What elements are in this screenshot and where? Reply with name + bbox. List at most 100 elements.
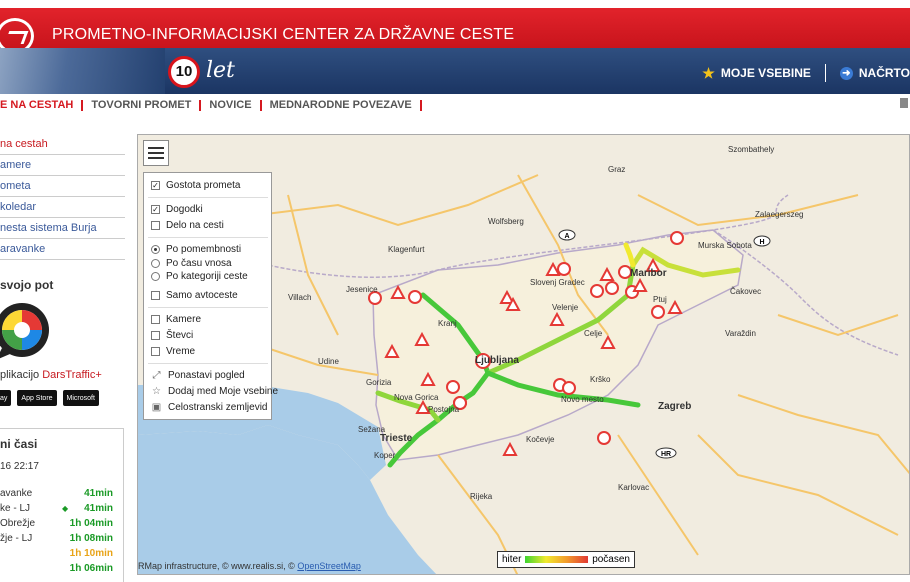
map-label: Kranj	[438, 319, 457, 328]
travel-route: ke - LJ	[0, 503, 31, 514]
map-label: Koper	[374, 451, 396, 460]
reset-view-action[interactable]: ⤢ Ponastavi pogled	[151, 370, 245, 381]
map-label: Udine	[318, 357, 339, 366]
traffic-speed-legend: hiter počasen	[497, 551, 635, 568]
divider	[148, 307, 268, 308]
map-label: Varaždin	[725, 329, 756, 338]
nav-divider	[824, 64, 826, 82]
app-store-badge[interactable]: App Store	[17, 390, 57, 406]
route-planner-link[interactable]: ➜ NAČRTO	[839, 66, 910, 80]
radio-icon[interactable]	[151, 272, 160, 281]
google-play-badge[interactable]: ay	[0, 390, 12, 406]
green-diamond-icon: ◆	[62, 504, 69, 513]
travel-time-row[interactable]: žje - LJ 1h 08min	[0, 533, 113, 544]
layer-roadworks[interactable]: Delo na cesti	[151, 220, 224, 231]
checkbox-icon[interactable]	[151, 291, 160, 300]
openstreetmap-link[interactable]: OpenStreetMap	[297, 561, 361, 571]
action-label: Celostranski zemljevid	[168, 402, 268, 413]
sort-label: Po času vnosa	[166, 258, 232, 269]
map-label: Zagreb	[658, 401, 692, 412]
nav-freight-traffic[interactable]: TOVORNI PROMET	[83, 99, 202, 111]
darstraffic-logo-icon[interactable]	[0, 300, 56, 364]
hamburger-icon	[148, 147, 164, 149]
fullscreen-icon: ▣	[151, 402, 162, 413]
map-label: Ljubljana	[475, 355, 519, 366]
map-label: Celje	[584, 329, 603, 338]
map-label: Sežana	[358, 425, 386, 434]
star-outline-icon: ☆	[152, 386, 161, 397]
travel-time-value: 41min	[84, 503, 113, 514]
layer-cameras[interactable]: Kamere	[151, 314, 201, 325]
checkbox-icon[interactable]	[151, 221, 160, 230]
legend-gradient	[525, 556, 589, 563]
fullscreen-map-action[interactable]: ▣ Celostranski zemljevid	[151, 402, 268, 413]
sidebar: na cestah amere ometa koledar nesta sist…	[0, 134, 125, 260]
travel-route: avanke	[0, 488, 33, 499]
darstraffic-link[interactable]: DarsTraffic+	[42, 369, 102, 381]
site-header-bar: PROMETNO-INFORMACIJSKI CENTER ZA DRŽAVNE…	[0, 8, 910, 54]
travel-times-title: ni časi	[0, 437, 38, 451]
map-label: Slovenj Gradec	[530, 278, 585, 287]
plan-route-title: svojo pot	[0, 278, 54, 292]
sidebar-item-traffic[interactable]: ometa	[0, 176, 125, 197]
map-label: Klagenfurt	[388, 245, 425, 254]
nav-road-conditions[interactable]: E NA CESTAH	[0, 99, 84, 111]
svg-text:A: A	[564, 233, 569, 240]
sort-by-time[interactable]: Po času vnosa	[151, 258, 232, 269]
top-strip	[0, 0, 910, 8]
map-label: Karlovac	[618, 483, 650, 492]
checkbox-icon[interactable]	[151, 331, 160, 340]
travel-time-row[interactable]: 1h 10min	[0, 548, 113, 559]
microsoft-badge[interactable]: Microsoft	[62, 390, 99, 406]
sidebar-item-road-conditions[interactable]: na cestah	[0, 134, 125, 155]
route-arrow-icon: ➜	[839, 66, 853, 80]
sort-by-importance[interactable]: Po pomembnosti	[151, 244, 241, 255]
add-to-my-content-action[interactable]: ☆ Dodaj med Moje vsebine	[151, 386, 278, 397]
site-title[interactable]: PROMETNO-INFORMACIJSKI CENTER ZA DRŽAVNE…	[52, 26, 514, 44]
checkbox-checked-icon[interactable]: ✓	[151, 205, 160, 214]
map-label: Trieste	[380, 433, 413, 444]
travel-time-row[interactable]: avanke 41min	[0, 488, 113, 499]
layer-traffic-density[interactable]: ✓ Gostota prometa	[151, 180, 240, 191]
nav-international-links[interactable]: MEDNARODNE POVEZAVE	[262, 99, 422, 111]
map-label: Maribor	[630, 268, 667, 279]
divider	[148, 363, 268, 364]
checkbox-icon[interactable]	[151, 347, 160, 356]
sidebar-item-burja[interactable]: nesta sistema Burja	[0, 218, 125, 239]
sidebar-item-cameras[interactable]: amere	[0, 155, 125, 176]
map-label: Nova Gorica	[394, 393, 439, 402]
sidebar-item-calendar[interactable]: koledar	[0, 197, 125, 218]
travel-time-row[interactable]: Obrežje 1h 04min	[0, 518, 113, 529]
map-label: Gorizia	[366, 378, 392, 387]
map-layers-panel: ✓ Gostota prometa ✓ Dogodki Delo na cesti …	[143, 172, 278, 420]
map-label: Krško	[590, 375, 611, 384]
layer-label: Dogodki	[166, 204, 203, 215]
map-label: Villach	[288, 293, 312, 302]
divider	[148, 197, 268, 198]
layer-label: Delo na cesti	[166, 220, 224, 231]
app-promo-prefix: plikacijo	[0, 369, 43, 381]
travel-time-row[interactable]: ke - LJ 41min	[0, 503, 113, 514]
layer-weather[interactable]: Vreme	[151, 346, 195, 357]
layer-events[interactable]: ✓ Dogodki	[151, 204, 203, 215]
map-label: Kočevje	[526, 435, 555, 444]
layers-menu-button[interactable]	[143, 140, 169, 166]
layer-counters[interactable]: Števci	[151, 330, 193, 341]
my-content-link[interactable]: ★ MOJE VSEBINE	[702, 65, 811, 82]
layer-motorways-only[interactable]: Samo avtoceste	[151, 290, 238, 301]
travel-time-row[interactable]: 1h 06min	[0, 563, 113, 574]
checkbox-icon[interactable]	[151, 315, 160, 324]
travel-times-date: 16 22:17	[0, 461, 39, 472]
travel-time-value: 1h 08min	[69, 533, 113, 544]
nav-news[interactable]: NOVICE	[201, 99, 262, 111]
sort-by-road-category[interactable]: Po kategoriji ceste	[151, 271, 248, 282]
radio-icon[interactable]	[151, 259, 160, 268]
reset-view-icon: ⤢	[152, 370, 161, 381]
sidebar-item-karavanke[interactable]: aravanke	[0, 239, 125, 260]
layer-label: Samo avtoceste	[166, 290, 238, 301]
checkbox-checked-icon[interactable]: ✓	[151, 181, 160, 190]
radio-selected-icon[interactable]	[151, 245, 160, 254]
anniversary-badge-icon: 10	[168, 56, 200, 88]
map-label: Zalaegerszeg	[755, 210, 804, 219]
truck-icon[interactable]	[900, 98, 908, 108]
